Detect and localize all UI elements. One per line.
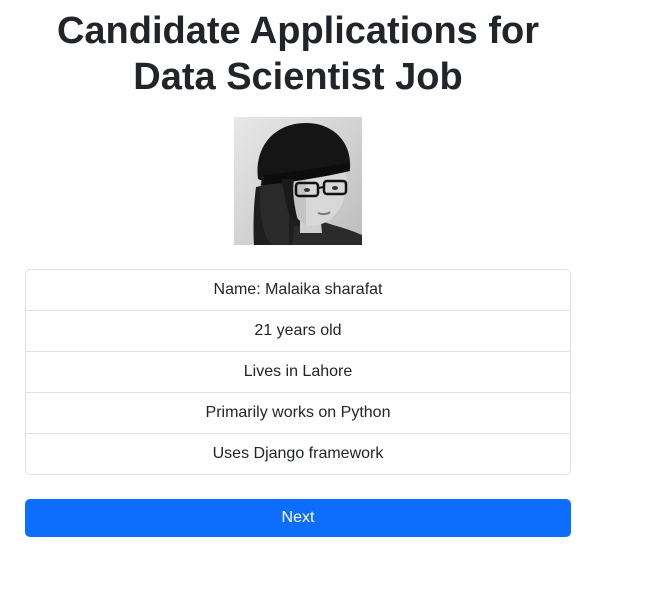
detail-name: Name: Malaika sharafat — [26, 270, 570, 311]
detail-framework: Uses Django framework — [212, 445, 384, 462]
detail-language: Primarily works on Python — [26, 393, 570, 434]
candidate-details-list: Name: Malaika sharafat 21 years old Live… — [25, 269, 571, 475]
page-title: Candidate Applications for Data Scientis… — [56, 10, 540, 98]
detail-location: Lives in Lahore — [26, 352, 570, 393]
next-button[interactable]: Next — [25, 499, 571, 537]
detail-age: 21 years old — [26, 311, 570, 352]
page: Candidate Applications for Data Scientis… — [0, 0, 655, 602]
candidate-photo — [234, 117, 362, 245]
